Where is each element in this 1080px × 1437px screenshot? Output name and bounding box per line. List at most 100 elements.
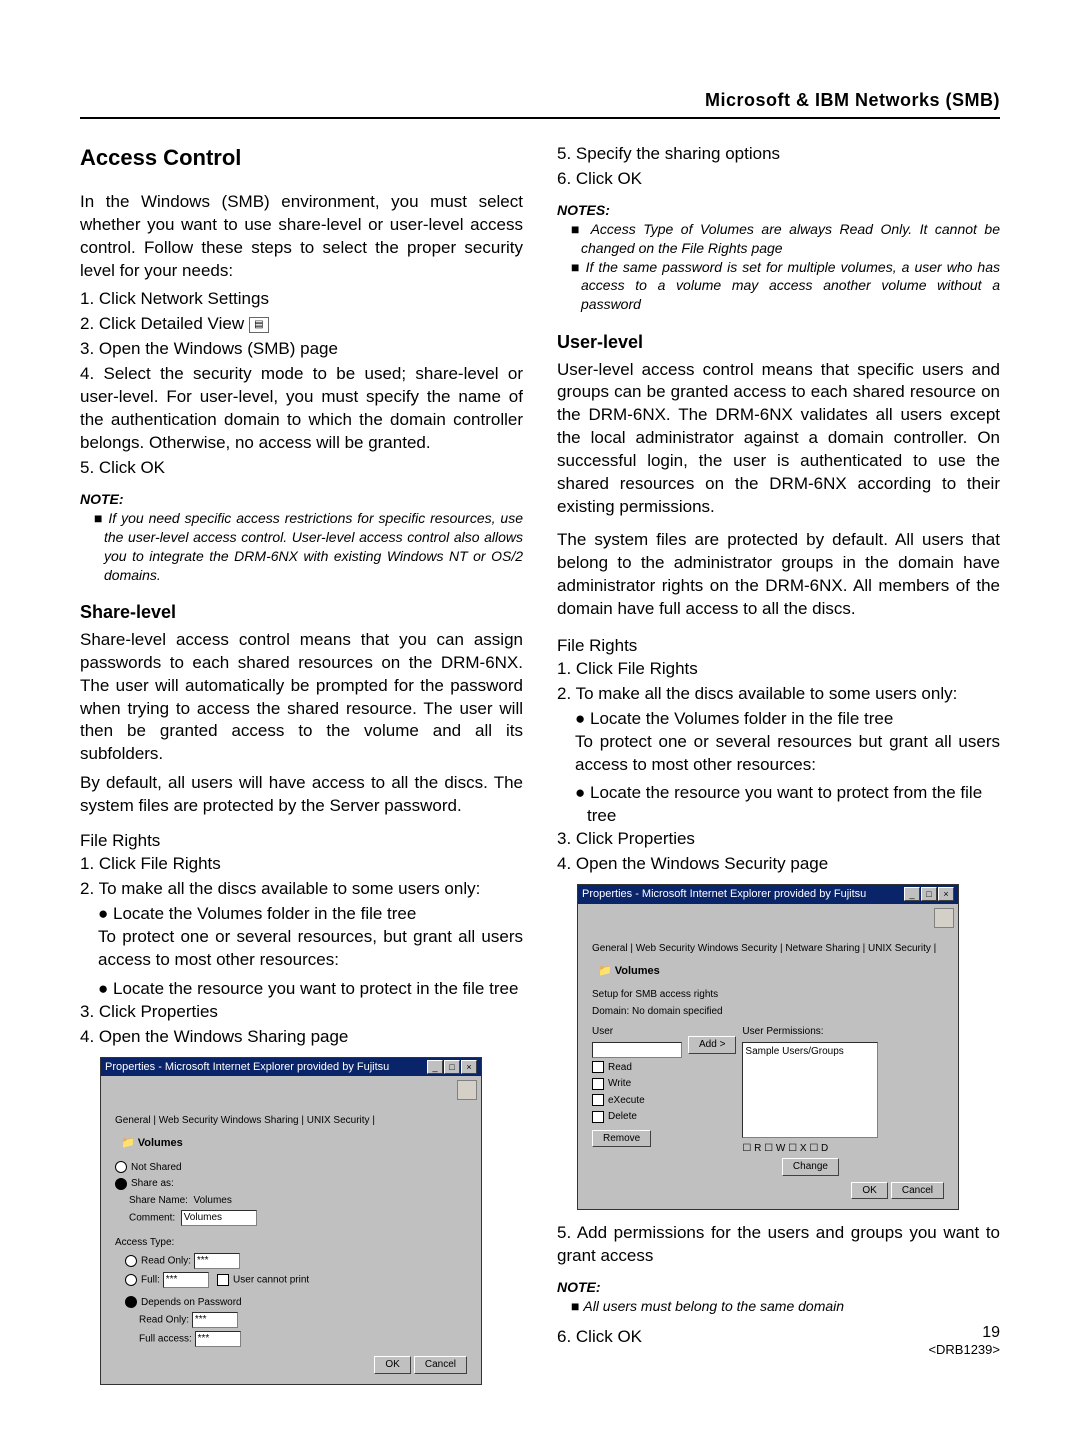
user-fr-bullet-1: ● Locate the Volumes folder in the file …	[575, 708, 1000, 731]
step-5: 5. Click OK	[80, 457, 523, 480]
delete-check[interactable]	[592, 1111, 604, 1123]
share-fr-3: 3. Click Properties	[80, 1001, 523, 1024]
user-fr-4: 4. Open the Windows Security page	[557, 853, 1000, 876]
permissions-listbox[interactable]: Sample Users/Groups	[742, 1042, 878, 1138]
user-step-5: 5. Add permissions for the users and gro…	[557, 1222, 1000, 1268]
note-body: If you need specific access restrictions…	[94, 509, 523, 585]
cancel-button-2[interactable]: Cancel	[891, 1182, 944, 1200]
user-fr-bullet-2: ● Locate the resource you want to protec…	[575, 782, 1000, 828]
readonly-pw-field[interactable]: ***	[194, 1253, 240, 1269]
step-4: 4. Select the security mode to be used; …	[80, 363, 523, 455]
comment-label: Comment:	[129, 1213, 175, 1224]
windows-security-dialog: Properties - Microsoft Internet Explorer…	[577, 884, 959, 1210]
delete-label: Delete	[608, 1111, 637, 1122]
setup-label: Setup for SMB access rights	[592, 988, 944, 1002]
ok-button-2[interactable]: OK	[851, 1182, 887, 1200]
page-header: Microsoft & IBM Networks (SMB)	[80, 90, 1000, 119]
write-label: Write	[608, 1078, 631, 1089]
readonly-radio[interactable]	[125, 1255, 137, 1267]
min-icon[interactable]: _	[904, 887, 920, 901]
right-step-6: 6. Click OK	[557, 168, 1000, 191]
right-step-5: 5. Specify the sharing options	[557, 143, 1000, 166]
share-fr-bullet-2: ● Locate the resource you want to protec…	[98, 978, 523, 1001]
file-rights-heading: File Rights	[80, 830, 523, 853]
share-level-heading: Share-level	[80, 600, 523, 624]
remove-button[interactable]: Remove	[592, 1130, 651, 1148]
user-paragraph-1: User-level access control means that spe…	[557, 359, 1000, 520]
comment-field[interactable]: Volumes	[181, 1210, 257, 1226]
note3-body: All users must belong to the same domain	[571, 1297, 1000, 1316]
step-3: 3. Open the Windows (SMB) page	[80, 338, 523, 361]
add-button[interactable]: Add >	[688, 1036, 736, 1054]
cancel-button[interactable]: Cancel	[414, 1356, 467, 1374]
toolbar-button[interactable]	[457, 1080, 477, 1100]
max-icon[interactable]: □	[921, 887, 937, 901]
read-check[interactable]	[592, 1061, 604, 1073]
notes-body-a: Access Type of Volumes are always Read O…	[571, 220, 1000, 258]
windows-sharing-dialog: Properties - Microsoft Internet Explorer…	[100, 1057, 482, 1385]
share-name-value: Volumes	[193, 1195, 231, 1206]
min-icon[interactable]: _	[427, 1060, 443, 1074]
note3-heading: NOTE:	[557, 1278, 1000, 1297]
write-check[interactable]	[592, 1078, 604, 1090]
close-icon[interactable]: ×	[938, 887, 954, 901]
user-fr-3: 3. Click Properties	[557, 828, 1000, 851]
volumes-label-2: Volumes	[615, 965, 660, 977]
dep-fa-field[interactable]: ***	[195, 1331, 241, 1347]
share-as-radio[interactable]	[115, 1178, 127, 1190]
share-fr-2: 2. To make all the discs available to so…	[80, 878, 523, 901]
user-field[interactable]	[592, 1042, 682, 1058]
user-fr-1: 1. Click File Rights	[557, 658, 1000, 681]
full-pw-field[interactable]: ***	[163, 1272, 209, 1288]
depends-radio[interactable]	[125, 1296, 137, 1308]
user-file-rights-heading: File Rights	[557, 635, 1000, 658]
dep-fa-label: Full access:	[139, 1334, 192, 1345]
domain-label: Domain: No domain specified	[592, 1005, 944, 1019]
max-icon[interactable]: □	[444, 1060, 460, 1074]
notes-heading: NOTES:	[557, 201, 1000, 220]
left-column: Access Control In the Windows (SMB) envi…	[80, 143, 523, 1397]
section-title: Access Control	[80, 143, 523, 173]
doc-ref: <DRB1239>	[928, 1342, 1000, 1357]
ok-button[interactable]: OK	[374, 1356, 410, 1374]
user-cannot-check[interactable]	[217, 1274, 229, 1286]
close-icon[interactable]: ×	[461, 1060, 477, 1074]
share-fr-bullet-1: ● Locate the Volumes folder in the file …	[98, 903, 523, 926]
dep-ro-field[interactable]: ***	[192, 1312, 238, 1328]
page-number: 19	[928, 1324, 1000, 1342]
share-name-label: Share Name:	[129, 1195, 188, 1206]
not-shared-radio[interactable]	[115, 1161, 127, 1173]
execute-label: eXecute	[608, 1095, 645, 1106]
access-type-label: Access Type:	[115, 1236, 467, 1250]
full-radio[interactable]	[125, 1274, 137, 1286]
share-paragraph-2: By default, all users will have access t…	[80, 772, 523, 818]
dialog1-tabs[interactable]: General | Web Security Windows Sharing |…	[115, 1114, 467, 1128]
user-paragraph-2: The system files are protected by defaul…	[557, 529, 1000, 621]
user-fr-note: To protect one or several resources but …	[575, 731, 1000, 777]
execute-check[interactable]	[592, 1094, 604, 1106]
user-level-heading: User-level	[557, 330, 1000, 354]
notes-body-b: If the same password is set for multiple…	[571, 258, 1000, 315]
detailed-view-icon: ▤	[249, 317, 269, 333]
dialog2-title: Properties - Microsoft Internet Explorer…	[582, 887, 866, 902]
right-column: 5. Specify the sharing options 6. Click …	[557, 143, 1000, 1397]
step-1: 1. Click Network Settings	[80, 288, 523, 311]
user-label: User	[592, 1025, 682, 1039]
volumes-label: Volumes	[138, 1137, 183, 1149]
change-button[interactable]: Change	[782, 1158, 839, 1176]
user-cannot-label: User cannot print	[233, 1274, 309, 1285]
read-label: Read	[608, 1062, 632, 1073]
share-paragraph-1: Share-level access control means that yo…	[80, 629, 523, 767]
user-fr-2: 2. To make all the discs available to so…	[557, 683, 1000, 706]
toolbar-button[interactable]	[934, 908, 954, 928]
page-footer: 19 <DRB1239>	[928, 1324, 1000, 1357]
share-fr-note: To protect one or several resources, but…	[98, 926, 523, 972]
step-2: 2. Click Detailed View ▤	[80, 313, 523, 336]
share-fr-1: 1. Click File Rights	[80, 853, 523, 876]
readonly-label: Read Only:	[141, 1255, 191, 1266]
rwxd-row[interactable]: ☐ R ☐ W ☐ X ☐ D	[742, 1142, 878, 1156]
perm-label: User Permissions:	[742, 1025, 878, 1039]
dep-ro-label: Read Only:	[139, 1315, 189, 1326]
not-shared-label: Not Shared	[131, 1162, 182, 1173]
dialog2-tabs[interactable]: General | Web Security Windows Security …	[592, 942, 944, 956]
